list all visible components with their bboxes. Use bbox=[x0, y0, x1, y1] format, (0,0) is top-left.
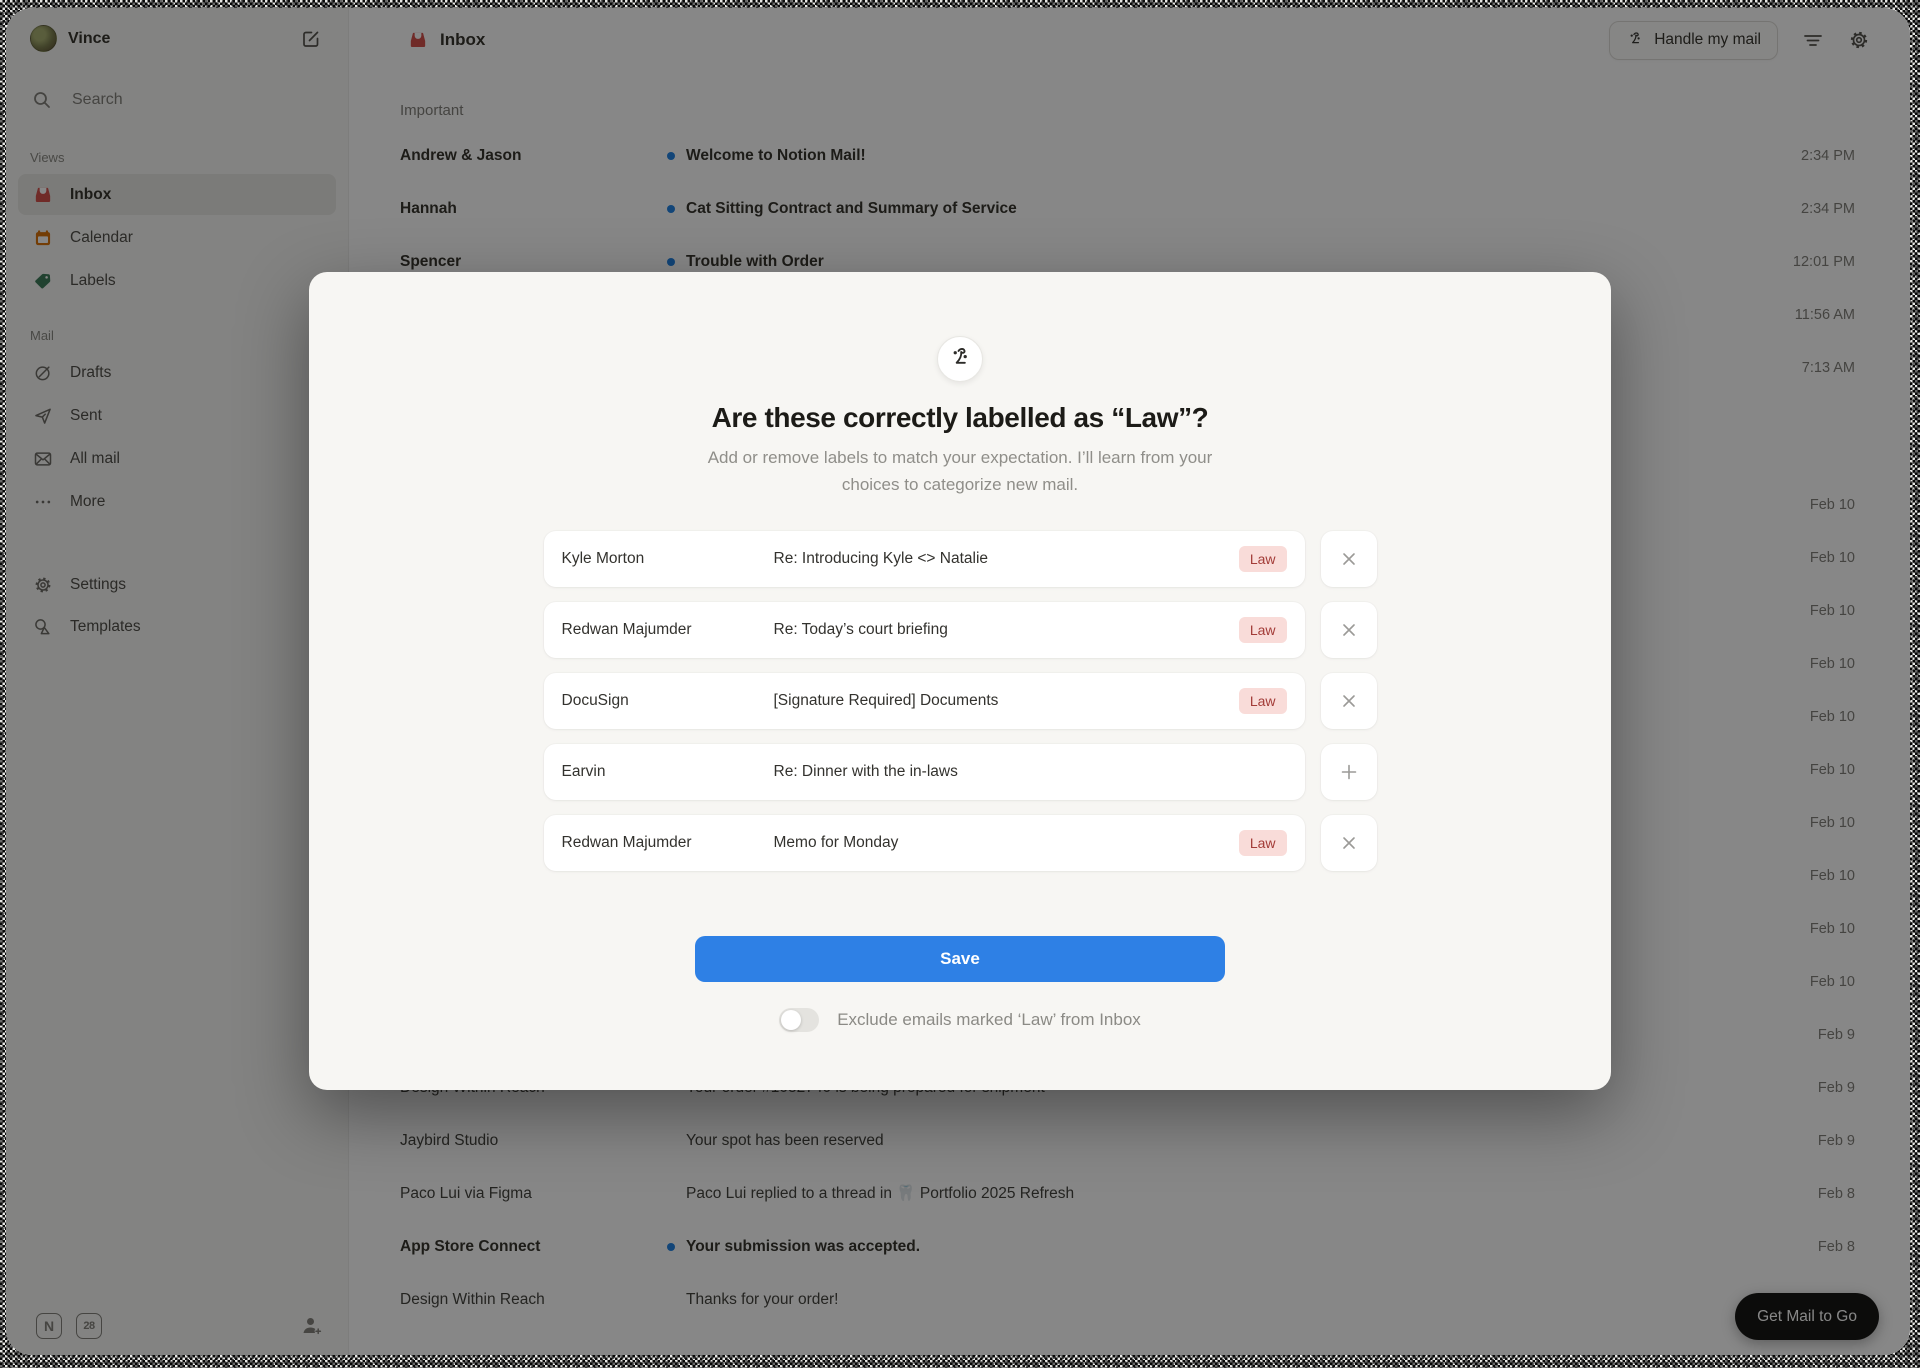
remove-label-button[interactable] bbox=[1321, 531, 1377, 587]
toggle-knob bbox=[781, 1010, 801, 1030]
modal-email-card: DocuSign [Signature Required] Documents … bbox=[544, 673, 1305, 729]
exclude-toggle-label: Exclude emails marked ‘Law’ from Inbox bbox=[837, 1010, 1141, 1030]
modal-email-sender: Redwan Majumder bbox=[562, 621, 774, 639]
modal-email-card: Earvin Re: Dinner with the in-laws bbox=[544, 744, 1305, 800]
label-review-modal: Are these correctly labelled as “Law”? A… bbox=[309, 272, 1611, 1090]
plus-icon bbox=[1341, 764, 1357, 780]
modal-email-subject: [Signature Required] Documents bbox=[774, 692, 1239, 710]
add-label-button[interactable] bbox=[1321, 744, 1377, 800]
close-icon bbox=[1341, 551, 1357, 567]
app-window: Vince Search Views Inbox bbox=[6, 8, 1910, 1355]
modal-email-sender: Redwan Majumder bbox=[562, 834, 774, 852]
modal-email-row: Redwan Majumder Memo for Monday Law bbox=[544, 815, 1377, 871]
modal-email-row: Redwan Majumder Re: Today’s court briefi… bbox=[544, 602, 1377, 658]
remove-label-button[interactable] bbox=[1321, 673, 1377, 729]
modal-email-list: Kyle Morton Re: Introducing Kyle <> Nata… bbox=[544, 531, 1377, 886]
label-pill-law: Law bbox=[1239, 688, 1287, 714]
exclude-toggle-row: Exclude emails marked ‘Law’ from Inbox bbox=[779, 1008, 1141, 1032]
label-pill-law: Law bbox=[1239, 830, 1287, 856]
modal-email-subject: Re: Dinner with the in-laws bbox=[774, 763, 1287, 781]
modal-email-sender: Earvin bbox=[562, 763, 774, 781]
modal-email-sender: Kyle Morton bbox=[562, 550, 774, 568]
close-icon bbox=[1341, 835, 1357, 851]
label-pill-law: Law bbox=[1239, 546, 1287, 572]
remove-label-button[interactable] bbox=[1321, 815, 1377, 871]
modal-email-subject: Re: Introducing Kyle <> Natalie bbox=[774, 550, 1239, 568]
modal-email-card: Redwan Majumder Memo for Monday Law bbox=[544, 815, 1305, 871]
close-icon bbox=[1341, 622, 1357, 638]
modal-email-row: Earvin Re: Dinner with the in-laws bbox=[544, 744, 1377, 800]
modal-email-card: Redwan Majumder Re: Today’s court briefi… bbox=[544, 602, 1305, 658]
modal-description: Add or remove labels to match your expec… bbox=[688, 444, 1233, 498]
remove-label-button[interactable] bbox=[1321, 602, 1377, 658]
modal-email-card: Kyle Morton Re: Introducing Kyle <> Nata… bbox=[544, 531, 1305, 587]
modal-title: Are these correctly labelled as “Law”? bbox=[712, 401, 1209, 435]
ai-face-icon bbox=[937, 336, 983, 382]
modal-email-sender: DocuSign bbox=[562, 692, 774, 710]
exclude-toggle[interactable] bbox=[779, 1008, 819, 1032]
label-pill-law: Law bbox=[1239, 617, 1287, 643]
close-icon bbox=[1341, 693, 1357, 709]
modal-email-subject: Memo for Monday bbox=[774, 834, 1239, 852]
modal-email-row: Kyle Morton Re: Introducing Kyle <> Nata… bbox=[544, 531, 1377, 587]
save-button[interactable]: Save bbox=[695, 936, 1225, 982]
modal-email-subject: Re: Today’s court briefing bbox=[774, 621, 1239, 639]
modal-email-row: DocuSign [Signature Required] Documents … bbox=[544, 673, 1377, 729]
